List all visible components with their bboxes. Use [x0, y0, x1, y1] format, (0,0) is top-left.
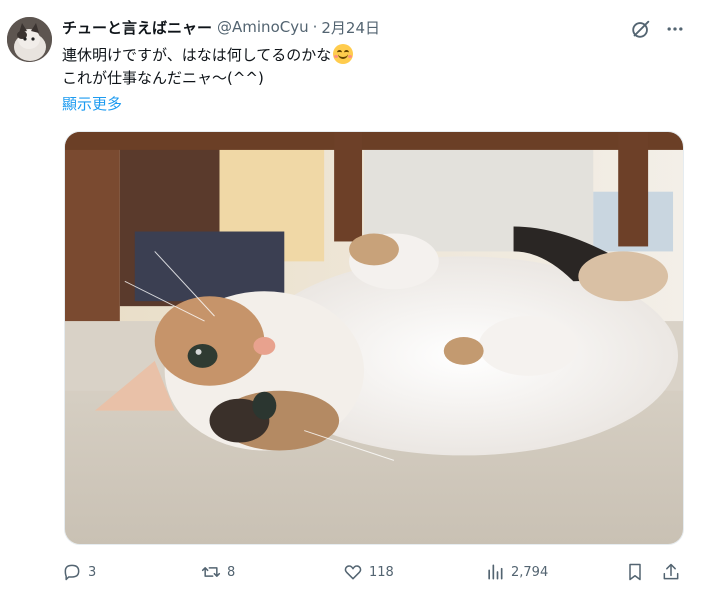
retweet-icon [201, 567, 221, 577]
grok-icon [632, 20, 650, 38]
tweet-date[interactable]: 2月24日 [321, 17, 380, 38]
heart-icon [344, 565, 362, 580]
share-button[interactable] [661, 560, 681, 584]
cat-avatar-icon [7, 17, 52, 62]
tweet-text-line-2: これが仕事なんだニャ～(^^) [62, 69, 264, 87]
reply-icon [64, 564, 80, 581]
tweet-text-line-1-text: 連休明けですが、はなは何してるのかな [62, 46, 332, 64]
display-name[interactable]: チューと言えばニャー [62, 17, 212, 38]
view-count: 2,794 [511, 564, 549, 580]
tweet-header: チューと言えばニャー @AminoCyu · 2月24日 [62, 16, 380, 38]
more-options-button[interactable] [663, 17, 687, 41]
views-button[interactable]: 2,794 [485, 560, 548, 584]
smiling-face-emoji-icon [333, 44, 354, 64]
action-bar: 3 8 118 2,794 [62, 560, 692, 584]
retweet-button[interactable]: 8 [201, 560, 235, 584]
tweet-text-line-1: 連休明けですが、はなは何してるのかな [62, 44, 354, 67]
retweet-count: 8 [227, 564, 236, 580]
cat-photo-image [65, 132, 683, 544]
share-icon [663, 563, 679, 580]
grok-button[interactable] [629, 17, 653, 41]
bookmark-icon [629, 563, 641, 581]
user-handle[interactable]: @AminoCyu [217, 18, 309, 36]
bookmark-button[interactable] [625, 560, 645, 584]
separator-dot: · [312, 18, 318, 36]
avatar[interactable] [7, 17, 52, 62]
views-chart-icon [488, 564, 503, 580]
more-dots-icon [667, 27, 683, 31]
tweet-media-photo[interactable] [64, 131, 684, 545]
reply-button[interactable]: 3 [62, 560, 96, 584]
like-button[interactable]: 118 [343, 560, 394, 584]
reply-count: 3 [88, 564, 97, 580]
show-more-link[interactable]: 顯示更多 [62, 93, 122, 114]
like-count: 118 [369, 564, 394, 580]
tweet-text: 連休明けですが、はなは何してるのかな これが仕事なんだニャ～(^^) [62, 44, 354, 90]
